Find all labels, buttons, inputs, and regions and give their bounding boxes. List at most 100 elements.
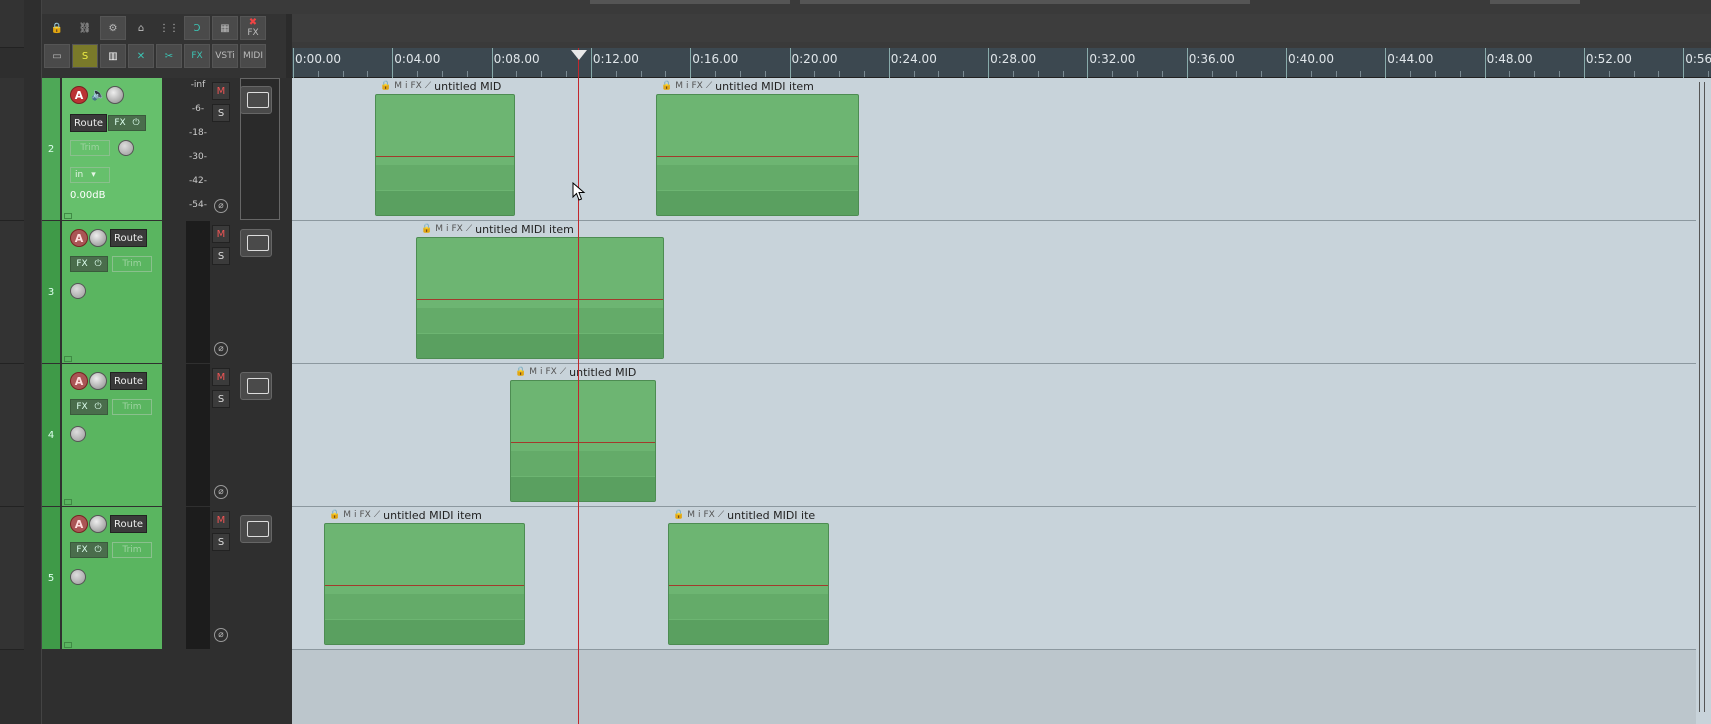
phase-icon[interactable]: ⌀: [214, 485, 228, 499]
mute-button[interactable]: M: [212, 82, 230, 100]
item-info-icon[interactable]: i: [540, 367, 543, 377]
volume-knob[interactable]: [106, 86, 124, 104]
track-row[interactable]: 5 A Route FX ⏻ Trim M S ⌀: [42, 507, 292, 650]
pan-knob[interactable]: [70, 569, 86, 585]
envelope-icon[interactable]: ⟋: [425, 81, 431, 91]
trim-icon[interactable]: ✂: [156, 44, 182, 68]
item-mute-icon[interactable]: M: [435, 224, 443, 234]
volume-knob[interactable]: [89, 229, 107, 247]
folder-icon[interactable]: [64, 642, 72, 648]
solo-button[interactable]: S: [72, 44, 98, 68]
phase-icon[interactable]: ⌀: [214, 628, 228, 642]
item-fx-icon[interactable]: FX: [360, 510, 371, 520]
track-row[interactable]: 4 A Route FX ⏻ Trim M S ⌀: [42, 364, 292, 507]
midi-item-header[interactable]: 🔒 Mi FX ⟋ untitled MID: [380, 79, 501, 93]
envelope-vu-icon[interactable]: [240, 86, 272, 114]
pan-knob[interactable]: [70, 426, 86, 442]
volume-knob[interactable]: [89, 515, 107, 533]
track-number[interactable]: 5: [42, 507, 60, 649]
midi-item-header[interactable]: 🔒 Mi FX ⟋ untitled MIDI item: [421, 222, 574, 236]
route-button[interactable]: Route: [110, 229, 148, 247]
midi-button[interactable]: MIDI: [240, 44, 266, 68]
midi-item[interactable]: [324, 523, 525, 645]
track-row[interactable]: 2 A 🔈 Route FX ⏻ Trim in ▾ 0.00dB -inf -6- -18- -30- -…: [42, 78, 292, 221]
lock-icon[interactable]: 🔒: [661, 81, 672, 91]
folder-icon[interactable]: [64, 499, 72, 505]
item-info-icon[interactable]: i: [698, 510, 701, 520]
color-icon[interactable]: ▦: [212, 16, 238, 40]
trim-button[interactable]: Trim: [112, 542, 152, 558]
envelope-icon[interactable]: ⟋: [560, 367, 566, 377]
record-arm-button[interactable]: A: [70, 372, 88, 390]
track-number[interactable]: 2: [42, 78, 60, 220]
vertical-scrollbar[interactable]: [1696, 78, 1711, 724]
fx-button[interactable]: FX ⏻: [108, 115, 146, 131]
midi-item-header[interactable]: 🔒 Mi FX ⟋ untitled MIDI ite: [673, 508, 815, 522]
pan-knob[interactable]: [118, 140, 134, 156]
mute-button[interactable]: M: [212, 225, 230, 243]
item-fx-icon[interactable]: FX: [704, 510, 715, 520]
item-info-icon[interactable]: i: [405, 81, 408, 91]
phase-icon[interactable]: ⌀: [214, 342, 228, 356]
vsti-button[interactable]: VSTi: [212, 44, 238, 68]
fx-button[interactable]: FX ⏻: [70, 256, 108, 272]
fx-button[interactable]: FX ⏻: [70, 542, 108, 558]
fx-bypass-button[interactable]: ✖ FX: [240, 16, 266, 40]
track-number[interactable]: 3: [42, 221, 60, 363]
item-mute-icon[interactable]: M: [343, 510, 351, 520]
envelope-icon[interactable]: ⟋: [706, 81, 712, 91]
record-arm-button[interactable]: A: [70, 86, 88, 104]
midi-item[interactable]: [668, 523, 829, 645]
grouping-icon[interactable]: ⛓: [72, 16, 98, 40]
speaker-icon[interactable]: 🔈: [91, 87, 106, 101]
snap-icon[interactable]: Ↄ: [184, 16, 210, 40]
metronome-icon[interactable]: ⌂: [128, 16, 154, 40]
envelope-vu-icon[interactable]: [240, 229, 272, 257]
phase-icon[interactable]: ⌀: [214, 199, 228, 213]
midi-item-header[interactable]: 🔒 Mi FX ⟋ untitled MIDI item: [661, 79, 814, 93]
envelope-icon[interactable]: ⟋: [718, 510, 724, 520]
mute-button[interactable]: M: [212, 368, 230, 386]
route-button[interactable]: Route: [70, 114, 108, 132]
arrange-view[interactable]: 🔒 Mi FX ⟋ untitled MID 🔒 Mi FX ⟋ untitled MIDI it…: [292, 78, 1711, 724]
item-info-icon[interactable]: i: [354, 510, 357, 520]
mute-button[interactable]: M: [212, 511, 230, 529]
track-lane[interactable]: [292, 364, 1696, 507]
lock-icon[interactable]: 🔒: [329, 510, 340, 520]
edit-cursor-marker[interactable]: [571, 50, 587, 60]
midi-item[interactable]: [510, 380, 656, 502]
lock-icon[interactable]: 🔒: [673, 510, 684, 520]
midi-item-header[interactable]: 🔒 Mi FX ⟋ untitled MID: [515, 365, 636, 379]
volume-knob[interactable]: [89, 372, 107, 390]
trim-button[interactable]: Trim: [70, 140, 110, 156]
route-button[interactable]: Route: [110, 515, 148, 533]
item-mute-icon[interactable]: M: [529, 367, 537, 377]
lock-icon[interactable]: 🔒: [421, 224, 432, 234]
midi-item[interactable]: [416, 237, 664, 359]
ripple-icon[interactable]: ⚙: [100, 16, 126, 40]
solo-button[interactable]: S: [212, 533, 230, 551]
item-fx-icon[interactable]: FX: [546, 367, 557, 377]
item-fx-icon[interactable]: FX: [692, 81, 703, 91]
folder-icon[interactable]: [64, 213, 72, 219]
lock-icon[interactable]: 🔒: [515, 367, 526, 377]
track-row[interactable]: 3 A Route FX ⏻ Trim M S ⌀: [42, 221, 292, 364]
item-mute-icon[interactable]: M: [675, 81, 683, 91]
lock-icon[interactable]: 🔒: [44, 16, 70, 40]
grid-icon[interactable]: ⋮⋮: [156, 16, 182, 40]
fx-button[interactable]: FX ⏻: [70, 399, 108, 415]
midi-item[interactable]: [375, 94, 515, 216]
item-mute-icon[interactable]: M: [394, 81, 402, 91]
input-button[interactable]: in ▾: [70, 167, 110, 183]
envelope-icon[interactable]: ⟋: [466, 224, 472, 234]
scrollbar-thumb[interactable]: [1699, 82, 1705, 712]
envelope-icon[interactable]: ⟋: [374, 510, 380, 520]
solo-button[interactable]: S: [212, 247, 230, 265]
folder-icon[interactable]: ▭: [44, 44, 70, 68]
record-arm-button[interactable]: A: [70, 229, 88, 247]
envelope-vu-icon[interactable]: [240, 372, 272, 400]
midi-item[interactable]: [656, 94, 859, 216]
item-fx-icon[interactable]: FX: [411, 81, 422, 91]
folder-icon[interactable]: [64, 356, 72, 362]
route-button[interactable]: Route: [110, 372, 148, 390]
